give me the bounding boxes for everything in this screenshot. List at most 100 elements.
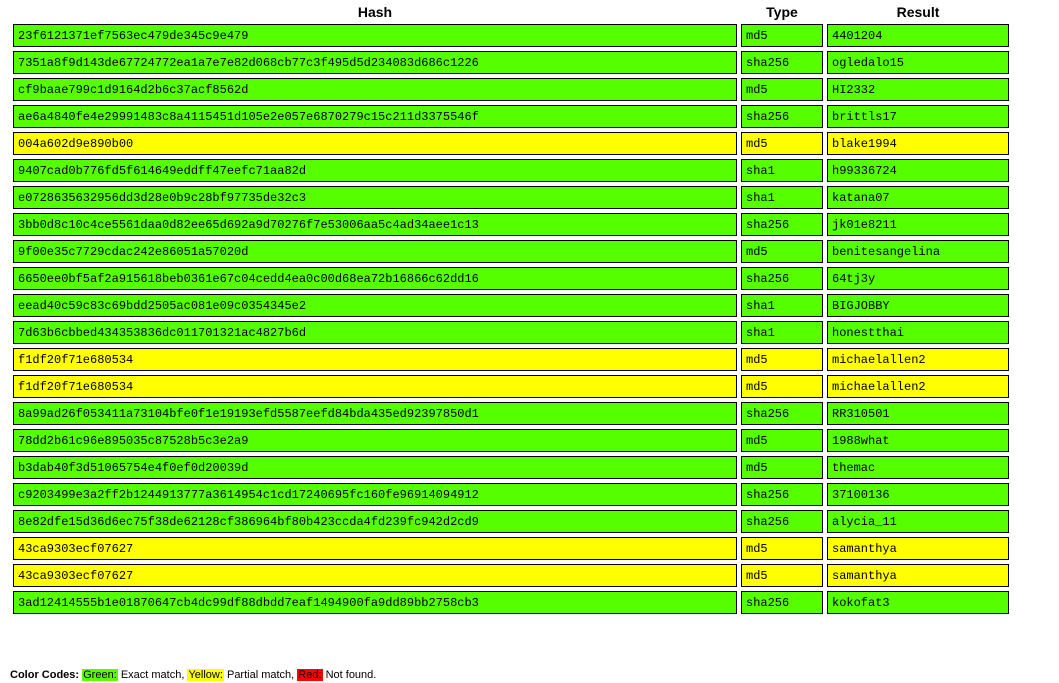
result-cell: 64tj3y xyxy=(827,267,1009,290)
type-cell: md5 xyxy=(741,429,823,452)
hash-cell: 9407cad0b776fd5f614649eddff47eefc71aa82d xyxy=(13,159,737,182)
hash-cell: 23f6121371ef7563ec479de345c9e479 xyxy=(13,24,737,47)
results-table-header: Hash Type Result xyxy=(13,4,1009,20)
table-row: f1df20f71e680534 md5 michaelallen2 xyxy=(13,348,1009,371)
table-row: 7351a8f9d143de67724772ea1a7e7e82d068cb77… xyxy=(13,51,1009,74)
table-row: f1df20f71e680534 md5 michaelallen2 xyxy=(13,375,1009,398)
type-cell: md5 xyxy=(741,240,823,263)
result-cell: 1988what xyxy=(827,429,1009,452)
table-row: 78dd2b61c96e895035c87528b5c3e2a9 md5 1988w… xyxy=(13,429,1009,452)
results-table: Hash Type Result 23f6121371ef7563ec479de… xyxy=(9,0,1013,618)
type-cell: md5 xyxy=(741,132,823,155)
type-cell: sha1 xyxy=(741,294,823,317)
result-cell: katana07 xyxy=(827,186,1009,209)
table-row: ae6a4840fe4e29991483c8a4115451d105e2e057… xyxy=(13,105,1009,128)
type-cell: md5 xyxy=(741,24,823,47)
color-codes-legend: Color Codes: Green: Exact match, Yellow:… xyxy=(10,669,376,681)
hash-column-header: Hash xyxy=(357,4,393,20)
result-cell: 37100136 xyxy=(827,483,1009,506)
hash-cell: 43ca9303ecf07627 xyxy=(13,564,737,587)
type-cell: sha1 xyxy=(741,321,823,344)
type-cell: md5 xyxy=(741,564,823,587)
hash-cell: 78dd2b61c96e895035c87528b5c3e2a9 xyxy=(13,429,737,452)
hash-cell: eead40c59c83c69bdd2505ac081e09c0354345e2 xyxy=(13,294,737,317)
table-row: b3dab40f3d51065754e4f0ef0d20039d md5 thema… xyxy=(13,456,1009,479)
table-row: 8a99ad26f053411a73104bfe0f1e19193efd5587… xyxy=(13,402,1009,425)
type-cell: md5 xyxy=(741,78,823,101)
table-row: cf9baae799c1d9164d2b6c37acf8562d md5 HI233… xyxy=(13,78,1009,101)
result-cell: samanthya xyxy=(827,537,1009,560)
result-column-header: Result xyxy=(896,4,940,20)
legend-yellow-swatch: Yellow: xyxy=(187,669,224,681)
legend-green-text: Exact match, xyxy=(117,669,188,681)
result-cell: RR310501 xyxy=(827,402,1009,425)
hash-cell: c9203499e3a2ff2b1244913777a3614954c1cd17… xyxy=(13,483,737,506)
legend-red-text: Not found. xyxy=(322,669,377,681)
legend-red-swatch: Red: xyxy=(297,669,323,681)
hash-cell: f1df20f71e680534 xyxy=(13,348,737,371)
table-row: c9203499e3a2ff2b1244913777a3614954c1cd17… xyxy=(13,483,1009,506)
type-cell: sha256 xyxy=(741,213,823,236)
result-cell: jk01e8211 xyxy=(827,213,1009,236)
hash-cell: 43ca9303ecf07627 xyxy=(13,537,737,560)
result-cell: alycia_11 xyxy=(827,510,1009,533)
hash-cell: f1df20f71e680534 xyxy=(13,375,737,398)
result-cell: samanthya xyxy=(827,564,1009,587)
table-row: 3ad12414555b1e01870647cb4dc99df88dbdd7ea… xyxy=(13,591,1009,614)
type-cell: sha256 xyxy=(741,267,823,290)
result-cell: ogledalo15 xyxy=(827,51,1009,74)
table-row: 8e82dfe15d36d6ec75f38de62128cf386964bf80… xyxy=(13,510,1009,533)
hash-cell: 7d63b6cbbed434353836dc011701321ac4827b6d xyxy=(13,321,737,344)
type-cell: sha1 xyxy=(741,159,823,182)
results-table-body: 23f6121371ef7563ec479de345c9e479 md5 44012… xyxy=(13,24,1009,614)
hash-cell: 9f00e35c7729cdac242e86051a57020d xyxy=(13,240,737,263)
legend-yellow-text: Partial match, xyxy=(223,669,298,681)
hash-cell: b3dab40f3d51065754e4f0ef0d20039d xyxy=(13,456,737,479)
table-row: e0728635632956dd3d28e0b9c28bf97735de32c3… xyxy=(13,186,1009,209)
table-row: 004a602d9e890b00 md5 blake1994 xyxy=(13,132,1009,155)
hash-cell: 8e82dfe15d36d6ec75f38de62128cf386964bf80… xyxy=(13,510,737,533)
table-row: 3bb0d8c10c4ce5561daa0d82ee65d692a9d70276… xyxy=(13,213,1009,236)
type-cell: sha256 xyxy=(741,510,823,533)
table-row: 9f00e35c7729cdac242e86051a57020d md5 benit… xyxy=(13,240,1009,263)
type-cell: md5 xyxy=(741,456,823,479)
header-row: Hash Type Result xyxy=(13,4,1009,20)
type-cell: sha256 xyxy=(741,591,823,614)
hash-cell: 6650ee0bf5af2a915618beb0361e67c04cedd4ea… xyxy=(13,267,737,290)
type-cell: md5 xyxy=(741,348,823,371)
result-cell: HI2332 xyxy=(827,78,1009,101)
table-row: 43ca9303ecf07627 md5 samanthya xyxy=(13,537,1009,560)
table-row: eead40c59c83c69bdd2505ac081e09c0354345e2… xyxy=(13,294,1009,317)
result-cell: 4401204 xyxy=(827,24,1009,47)
table-row: 7d63b6cbbed434353836dc011701321ac4827b6d… xyxy=(13,321,1009,344)
type-cell: sha256 xyxy=(741,402,823,425)
type-cell: sha256 xyxy=(741,105,823,128)
type-column-header: Type xyxy=(766,4,798,20)
table-row: 9407cad0b776fd5f614649eddff47eefc71aa82d… xyxy=(13,159,1009,182)
result-cell: kokofat3 xyxy=(827,591,1009,614)
result-cell: michaelallen2 xyxy=(827,375,1009,398)
type-cell: sha256 xyxy=(741,51,823,74)
hash-cell: 3bb0d8c10c4ce5561daa0d82ee65d692a9d70276… xyxy=(13,213,737,236)
result-cell: benitesangelina xyxy=(827,240,1009,263)
hash-cell: 3ad12414555b1e01870647cb4dc99df88dbdd7ea… xyxy=(13,591,737,614)
table-row: 43ca9303ecf07627 md5 samanthya xyxy=(13,564,1009,587)
hash-cell: 7351a8f9d143de67724772ea1a7e7e82d068cb77… xyxy=(13,51,737,74)
result-cell: themac xyxy=(827,456,1009,479)
legend-green-swatch: Green: xyxy=(82,669,118,681)
result-cell: michaelallen2 xyxy=(827,348,1009,371)
result-cell: BIGJOBBY xyxy=(827,294,1009,317)
hash-cell: 8a99ad26f053411a73104bfe0f1e19193efd5587… xyxy=(13,402,737,425)
hash-cell: cf9baae799c1d9164d2b6c37acf8562d xyxy=(13,78,737,101)
hash-cell: ae6a4840fe4e29991483c8a4115451d105e2e057… xyxy=(13,105,737,128)
hash-cell: e0728635632956dd3d28e0b9c28bf97735de32c3 xyxy=(13,186,737,209)
result-cell: brittls17 xyxy=(827,105,1009,128)
result-cell: h99336724 xyxy=(827,159,1009,182)
table-row: 23f6121371ef7563ec479de345c9e479 md5 44012… xyxy=(13,24,1009,47)
legend-title: Color Codes: xyxy=(10,669,80,681)
type-cell: md5 xyxy=(741,537,823,560)
hash-cell: 004a602d9e890b00 xyxy=(13,132,737,155)
result-cell: honestthai xyxy=(827,321,1009,344)
table-row: 6650ee0bf5af2a915618beb0361e67c04cedd4ea… xyxy=(13,267,1009,290)
type-cell: sha1 xyxy=(741,186,823,209)
